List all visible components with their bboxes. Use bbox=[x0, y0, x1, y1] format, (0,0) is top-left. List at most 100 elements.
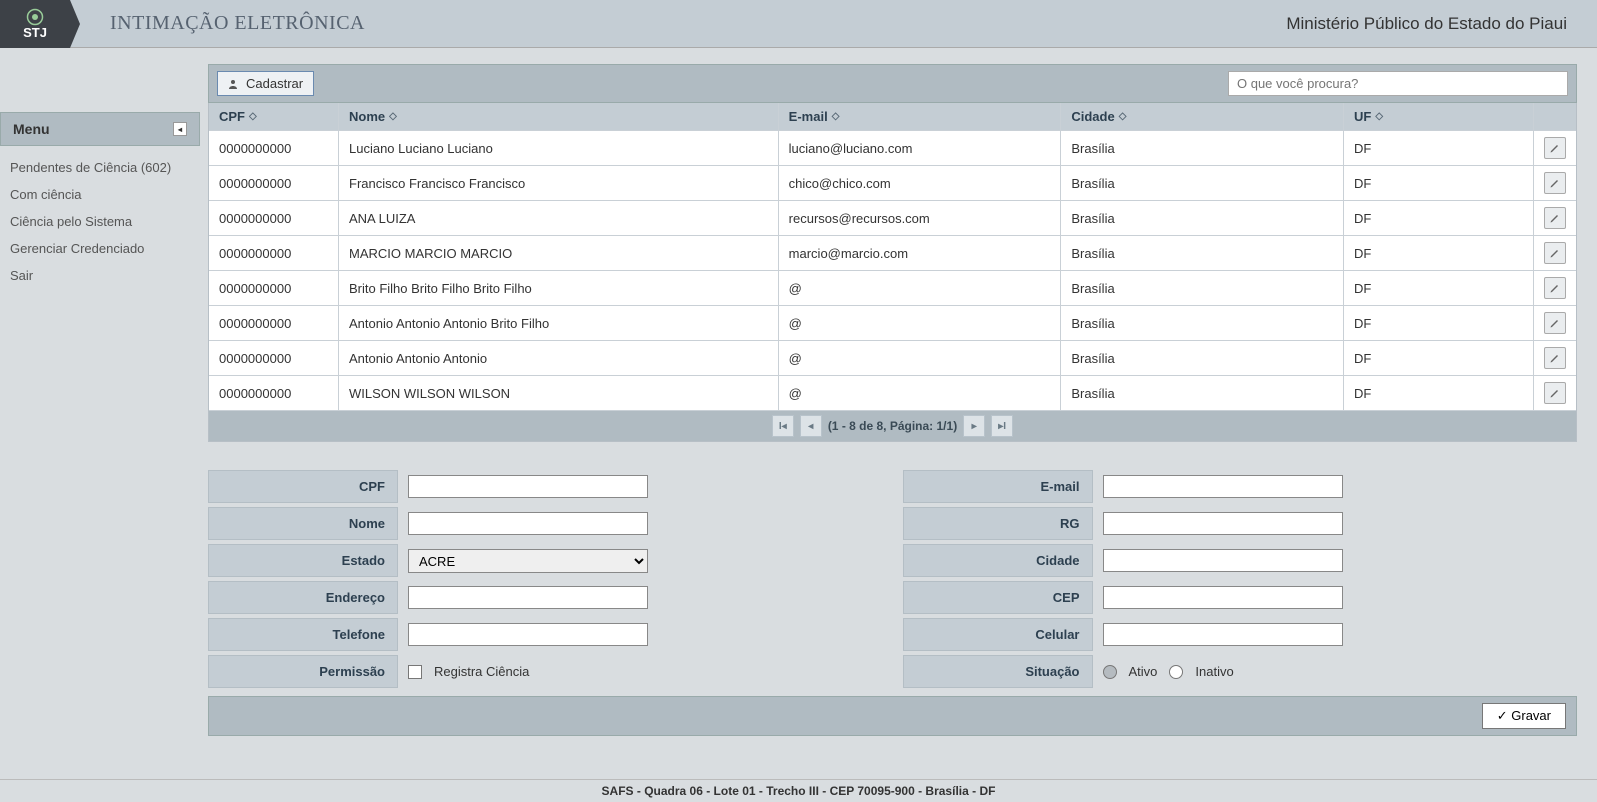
cell-nome: Antonio Antonio Antonio Brito Filho bbox=[339, 306, 779, 340]
label-cpf: CPF bbox=[208, 470, 398, 503]
table-row: 0000000000WILSON WILSON WILSON@BrasíliaD… bbox=[209, 376, 1576, 411]
telefone-input[interactable] bbox=[408, 623, 648, 646]
label-celular: Celular bbox=[903, 618, 1093, 651]
celular-input[interactable] bbox=[1103, 623, 1343, 646]
pencil-icon bbox=[1549, 387, 1561, 399]
sort-icon: ◇ bbox=[832, 111, 840, 122]
cell-cidade: Brasília bbox=[1061, 166, 1344, 200]
sidebar-item[interactable]: Pendentes de Ciência (602) bbox=[0, 154, 200, 181]
pencil-icon bbox=[1549, 282, 1561, 294]
cell-email: @ bbox=[779, 306, 1062, 340]
situacao-inativo-label: Inativo bbox=[1195, 664, 1233, 679]
edit-button[interactable] bbox=[1544, 382, 1566, 404]
page-info: (1 - 8 de 8, Página: 1/1) bbox=[828, 419, 957, 433]
page-last-button[interactable]: ▸I bbox=[991, 415, 1013, 437]
cell-cidade: Brasília bbox=[1061, 376, 1344, 410]
cell-nome: Antonio Antonio Antonio bbox=[339, 341, 779, 375]
cell-cidade: Brasília bbox=[1061, 271, 1344, 305]
cell-cidade: Brasília bbox=[1061, 201, 1344, 235]
table-row: 0000000000Luciano Luciano Lucianoluciano… bbox=[209, 131, 1576, 166]
edit-button[interactable] bbox=[1544, 242, 1566, 264]
cell-nome: Brito Filho Brito Filho Brito Filho bbox=[339, 271, 779, 305]
cell-cpf: 0000000000 bbox=[209, 376, 339, 410]
search-input[interactable] bbox=[1228, 71, 1568, 96]
page-prev-button[interactable]: ◂ bbox=[800, 415, 822, 437]
edit-button[interactable] bbox=[1544, 137, 1566, 159]
registra-ciencia-checkbox[interactable] bbox=[408, 665, 422, 679]
cell-nome: MARCIO MARCIO MARCIO bbox=[339, 236, 779, 270]
edit-button[interactable] bbox=[1544, 347, 1566, 369]
cep-input[interactable] bbox=[1103, 586, 1343, 609]
page-next-button[interactable]: ▸ bbox=[963, 415, 985, 437]
cpf-input[interactable] bbox=[408, 475, 648, 498]
col-uf[interactable]: UF◇ bbox=[1344, 103, 1534, 130]
cell-nome: Francisco Francisco Francisco bbox=[339, 166, 779, 200]
table-row: 0000000000Antonio Antonio Antonio Brito … bbox=[209, 306, 1576, 341]
cell-cpf: 0000000000 bbox=[209, 341, 339, 375]
cell-cpf: 0000000000 bbox=[209, 166, 339, 200]
edit-button[interactable] bbox=[1544, 172, 1566, 194]
table-row: 0000000000Antonio Antonio Antonio@Brasíl… bbox=[209, 341, 1576, 376]
table-row: 0000000000ANA LUIZArecursos@recursos.com… bbox=[209, 201, 1576, 236]
logo: STJ bbox=[0, 0, 70, 48]
email-input[interactable] bbox=[1103, 475, 1343, 498]
cell-email: luciano@luciano.com bbox=[779, 131, 1062, 165]
col-nome[interactable]: Nome◇ bbox=[339, 103, 779, 130]
cell-cpf: 0000000000 bbox=[209, 306, 339, 340]
col-cpf[interactable]: CPF◇ bbox=[209, 103, 339, 130]
cell-email: chico@chico.com bbox=[779, 166, 1062, 200]
menu-title: Menu bbox=[13, 121, 50, 137]
situacao-ativo-radio[interactable] bbox=[1103, 665, 1117, 679]
person-add-icon bbox=[228, 78, 240, 90]
cell-email: @ bbox=[779, 271, 1062, 305]
label-estado: Estado bbox=[208, 544, 398, 577]
cell-email: @ bbox=[779, 376, 1062, 410]
sidebar-item[interactable]: Com ciência bbox=[0, 181, 200, 208]
situacao-inativo-radio[interactable] bbox=[1169, 665, 1183, 679]
cidade-input[interactable] bbox=[1103, 549, 1343, 572]
pencil-icon bbox=[1549, 352, 1561, 364]
sidebar-item[interactable]: Sair bbox=[0, 262, 200, 289]
menu-collapse-icon[interactable]: ◂ bbox=[173, 122, 187, 136]
label-telefone: Telefone bbox=[208, 618, 398, 651]
table-row: 0000000000Francisco Francisco Franciscoc… bbox=[209, 166, 1576, 201]
estado-select[interactable]: ACRE bbox=[408, 549, 648, 573]
page-first-button[interactable]: I◂ bbox=[772, 415, 794, 437]
cell-email: @ bbox=[779, 341, 1062, 375]
page-title: INTIMAÇÃO ELETRÔNICA bbox=[110, 12, 365, 35]
sidebar-item[interactable]: Gerenciar Credenciado bbox=[0, 235, 200, 262]
cadastrar-label: Cadastrar bbox=[246, 76, 303, 91]
sort-icon: ◇ bbox=[1119, 111, 1127, 122]
cell-uf: DF bbox=[1344, 376, 1534, 410]
cell-cidade: Brasília bbox=[1061, 341, 1344, 375]
label-rg: RG bbox=[903, 507, 1093, 540]
pencil-icon bbox=[1549, 247, 1561, 259]
sidebar-item[interactable]: Ciência pelo Sistema bbox=[0, 208, 200, 235]
header-subtitle: Ministério Público do Estado do Piaui bbox=[1286, 14, 1567, 34]
table-header: CPF◇ Nome◇ E-mail◇ Cidade◇ UF◇ bbox=[209, 103, 1576, 131]
edit-button[interactable] bbox=[1544, 207, 1566, 229]
cadastrar-button[interactable]: Cadastrar bbox=[217, 71, 314, 96]
cell-uf: DF bbox=[1344, 236, 1534, 270]
label-situacao: Situação bbox=[903, 655, 1093, 688]
nome-input[interactable] bbox=[408, 512, 648, 535]
cell-cpf: 0000000000 bbox=[209, 271, 339, 305]
cell-cpf: 0000000000 bbox=[209, 131, 339, 165]
gravar-button[interactable]: ✓ Gravar bbox=[1482, 703, 1566, 729]
edit-button[interactable] bbox=[1544, 277, 1566, 299]
cell-cpf: 0000000000 bbox=[209, 201, 339, 235]
col-email[interactable]: E-mail◇ bbox=[779, 103, 1062, 130]
label-cidade: Cidade bbox=[903, 544, 1093, 577]
label-endereco: Endereço bbox=[208, 581, 398, 614]
label-email: E-mail bbox=[903, 470, 1093, 503]
edit-button[interactable] bbox=[1544, 312, 1566, 334]
rg-input[interactable] bbox=[1103, 512, 1343, 535]
cell-uf: DF bbox=[1344, 271, 1534, 305]
cell-cidade: Brasília bbox=[1061, 131, 1344, 165]
registra-ciencia-label: Registra Ciência bbox=[434, 664, 529, 679]
col-cidade[interactable]: Cidade◇ bbox=[1061, 103, 1344, 130]
cell-uf: DF bbox=[1344, 201, 1534, 235]
label-cep: CEP bbox=[903, 581, 1093, 614]
cell-uf: DF bbox=[1344, 131, 1534, 165]
endereco-input[interactable] bbox=[408, 586, 648, 609]
